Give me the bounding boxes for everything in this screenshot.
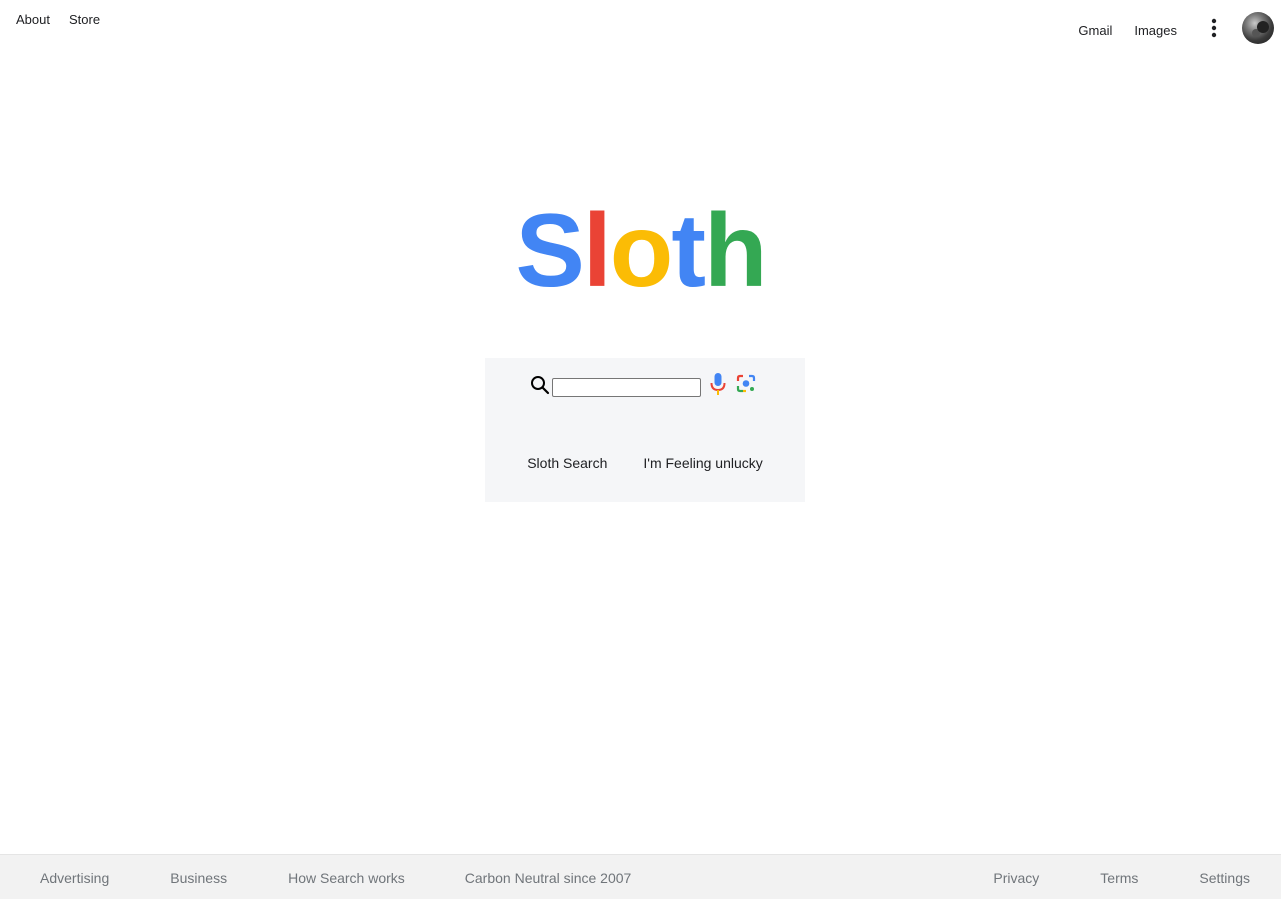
images-link[interactable]: Images xyxy=(1134,23,1177,38)
search-icon xyxy=(531,375,550,394)
about-link[interactable]: About xyxy=(16,12,50,27)
footer-privacy-link[interactable]: Privacy xyxy=(993,870,1039,886)
search-row xyxy=(530,370,757,397)
camera-lens-icon[interactable] xyxy=(735,373,757,395)
footer-how-search-works-link[interactable]: How Search works xyxy=(288,870,405,886)
footer-right: Privacy Terms Settings xyxy=(993,870,1250,886)
store-link[interactable]: Store xyxy=(69,12,100,27)
top-right-nav: Gmail Images xyxy=(1078,12,1274,44)
logo-letter: o xyxy=(609,193,674,309)
search-buttons: Sloth Search I'm Feeling unlucky xyxy=(485,455,805,471)
footer-terms-link[interactable]: Terms xyxy=(1100,870,1138,886)
search-panel: Sloth Search I'm Feeling unlucky xyxy=(485,358,805,502)
logo-letter: t xyxy=(671,193,706,309)
footer-settings-link[interactable]: Settings xyxy=(1199,870,1250,886)
avatar[interactable] xyxy=(1242,12,1274,44)
footer-left: Advertising Business How Search works Ca… xyxy=(40,870,631,886)
footer-advertising-link[interactable]: Advertising xyxy=(40,870,109,886)
footer-business-link[interactable]: Business xyxy=(170,870,227,886)
feeling-unlucky-button[interactable]: I'm Feeling unlucky xyxy=(639,455,766,471)
sloth-search-button[interactable]: Sloth Search xyxy=(523,455,611,471)
mic-icon[interactable] xyxy=(709,372,727,396)
logo-letter: h xyxy=(703,193,768,309)
logo-letter: S xyxy=(515,193,585,309)
sloth-logo: Sloth xyxy=(0,196,1281,306)
search-input[interactable] xyxy=(552,378,701,397)
top-left-nav: About Store xyxy=(16,12,100,27)
gmail-link[interactable]: Gmail xyxy=(1078,23,1112,38)
logo-letter: l xyxy=(582,193,612,309)
more-vertical-icon[interactable] xyxy=(1202,12,1226,44)
footer-carbon-neutral-link[interactable]: Carbon Neutral since 2007 xyxy=(465,870,632,886)
footer: Advertising Business How Search works Ca… xyxy=(0,854,1281,899)
